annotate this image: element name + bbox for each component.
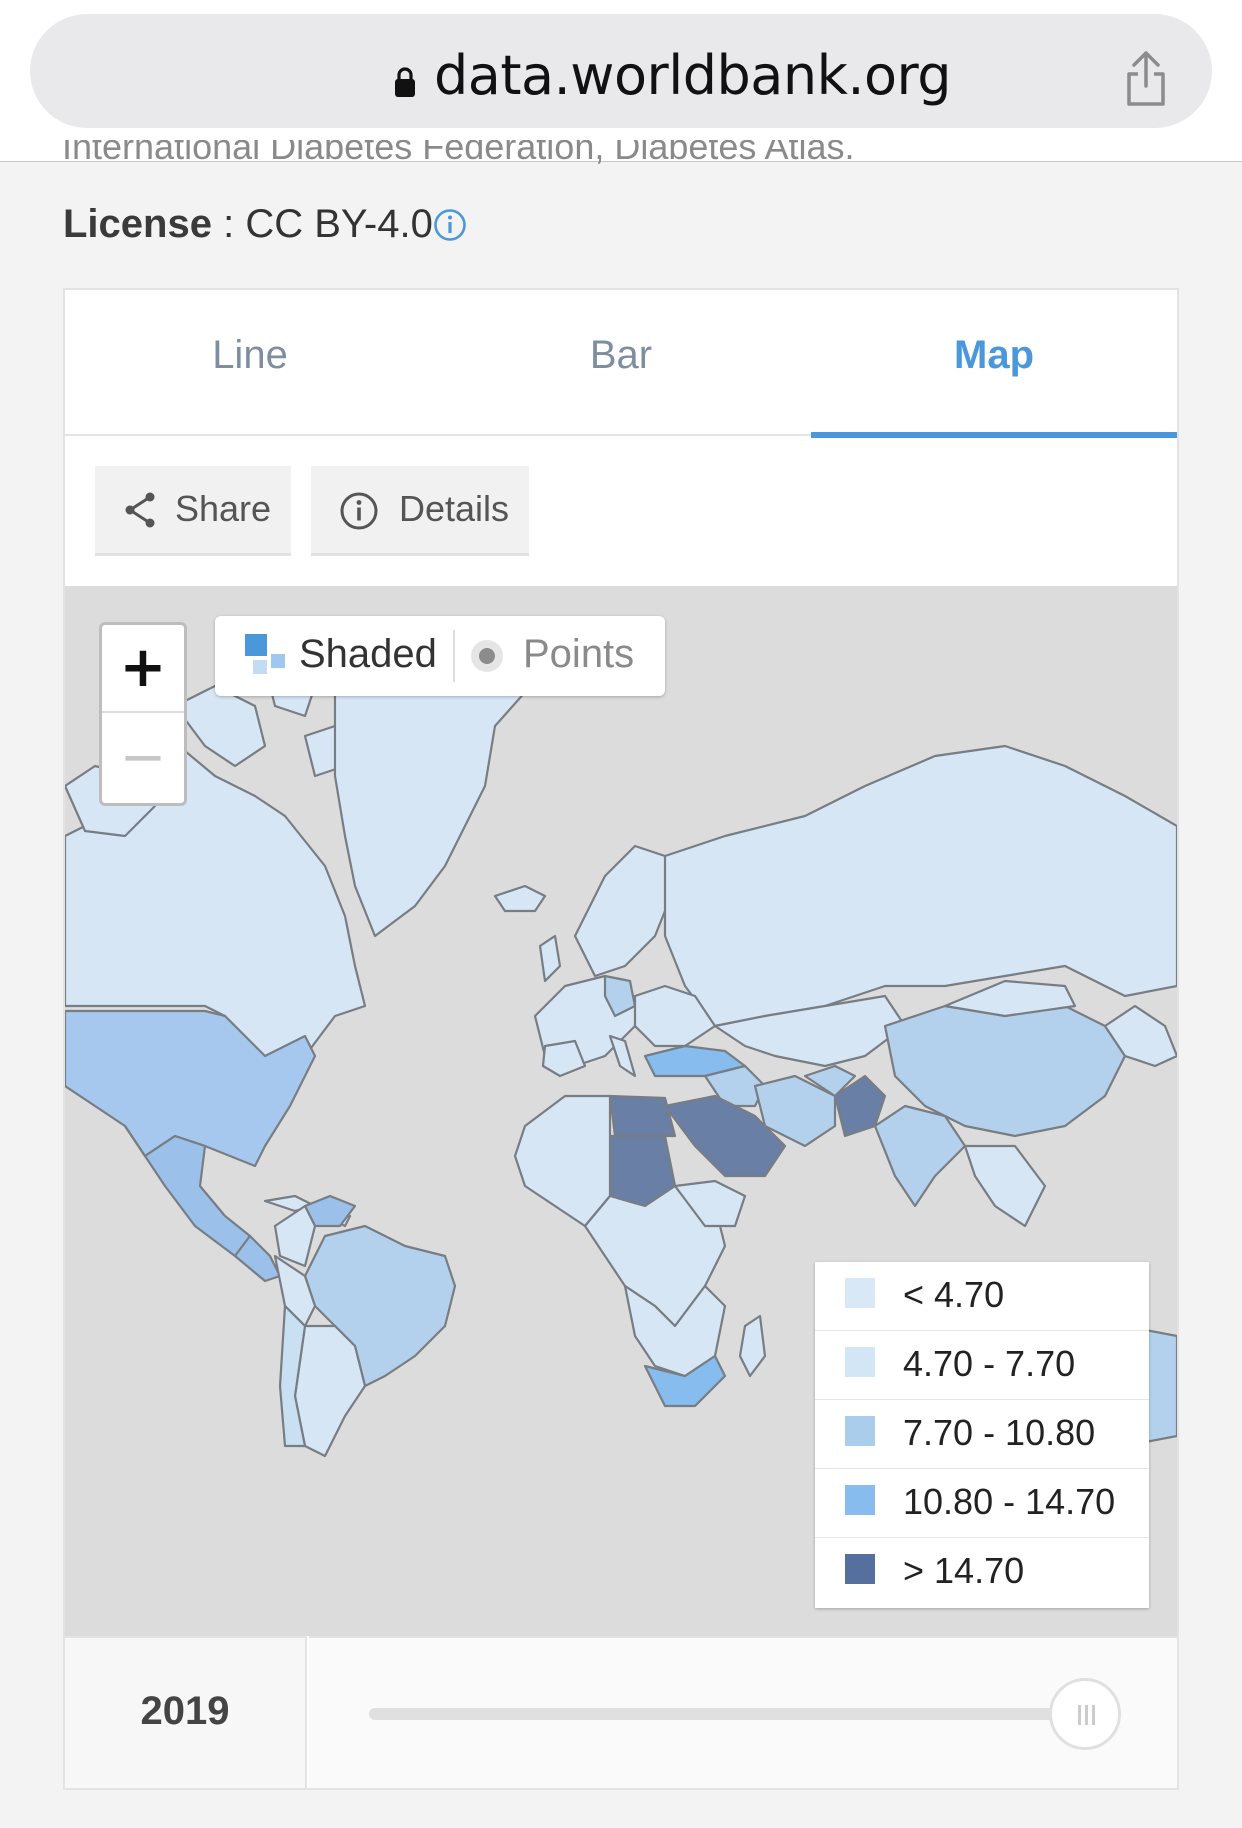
country-iceland [493,884,547,913]
legend-label: 4.70 - 7.70 [903,1343,1076,1384]
country-argentina [293,1324,367,1458]
scandinavia [573,844,677,978]
southeast-asia [963,1144,1047,1228]
legend-item: 4.70 - 7.70 [815,1331,1149,1400]
legend-item: > 14.70 [815,1538,1149,1607]
zoom-out-button[interactable]: − [102,715,184,803]
url-field[interactable]: data.worldbank.org [30,14,1212,128]
africa-west [513,1094,612,1228]
shaded-option[interactable]: Shaded [299,632,437,677]
legend-item: < 4.70 [815,1262,1149,1331]
details-button[interactable]: Details [311,466,529,556]
country-madagascar [738,1314,767,1378]
legend-swatch [845,1278,875,1308]
legend-swatch [845,1347,875,1377]
legend-item: 7.70 - 10.80 [815,1400,1149,1469]
year-label: 2019 [65,1636,307,1788]
country-india [873,1104,967,1208]
map-legend: < 4.70 4.70 - 7.70 7.70 - 10.80 10.80 - … [815,1262,1149,1608]
info-circle-icon [340,492,378,530]
legend-label: > 14.70 [903,1550,1025,1591]
share-icon [125,492,155,528]
zoom-control: + − [99,622,187,806]
legend-label: 7.70 - 10.80 [903,1412,1096,1453]
license-value: CC BY-4.0 [245,202,433,246]
world-map[interactable]: + − Shaded Points < 4.70 4.70 - 7.70 7.7… [65,586,1177,1636]
chart-type-tabs: Line Bar Map [65,290,1177,438]
source-text: International Diabetes Federation, Diabe… [62,140,855,167]
shaded-icon[interactable] [243,632,287,676]
details-label: Details [399,488,510,529]
share-label: Share [175,488,272,529]
country-egypt [608,1094,677,1138]
points-icon[interactable] [469,638,505,674]
legend-swatch [845,1554,875,1584]
map-mode-toggle: Shaded Points [215,616,665,696]
zoom-in-button[interactable]: + [102,625,184,713]
license-line: License : CC BY-4.0 [63,202,466,247]
url-text: data.worldbank.org [434,44,952,107]
country-uk [538,934,562,983]
points-option[interactable]: Points [523,632,634,677]
country-russia [663,744,1177,1028]
license-label: License [63,202,212,246]
lock-icon [395,67,415,97]
tab-line[interactable]: Line [65,290,435,436]
legend-swatch [845,1416,875,1446]
browser-address-bar: data.worldbank.org [0,0,1242,162]
tab-map[interactable]: Map [811,290,1177,438]
chart-card: Line Bar Map Share Details + − Shaded Po… [63,288,1179,1790]
legend-label: 10.80 - 14.70 [903,1481,1116,1522]
country-colombia [273,1204,317,1268]
slider-track[interactable] [369,1708,1079,1720]
mode-divider [453,630,455,682]
country-italy [608,1034,637,1078]
tab-bar[interactable]: Bar [435,290,807,436]
share-button[interactable]: Share [95,466,291,556]
share-up-icon[interactable] [1124,50,1168,108]
slider-thumb[interactable] [1049,1678,1121,1750]
legend-label: < 4.70 [903,1274,1005,1315]
info-icon[interactable] [433,208,467,242]
legend-item: 10.80 - 14.70 [815,1469,1149,1538]
legend-swatch [845,1485,875,1515]
year-slider[interactable] [309,1636,1177,1788]
